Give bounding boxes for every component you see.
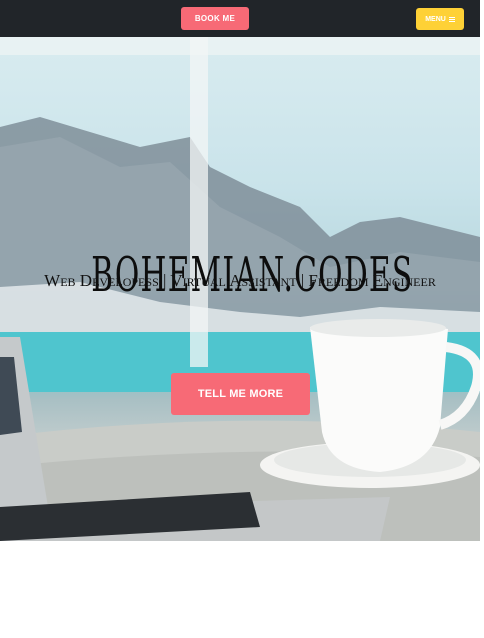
menu-label: MENU xyxy=(425,15,446,23)
hero-subtitle: Web Developess | Virtual Assistant | Fre… xyxy=(44,271,436,290)
menu-button[interactable]: MENU xyxy=(416,8,464,30)
book-me-button[interactable]: BOOK ME xyxy=(181,7,249,30)
tell-me-more-button[interactable]: TELL ME MORE xyxy=(171,373,310,415)
hamburger-icon xyxy=(448,16,455,22)
top-navbar: BOOK ME MENU xyxy=(0,0,480,37)
hero-section: BOHEMIAN.CODES Web Developess | Virtual … xyxy=(0,37,480,541)
